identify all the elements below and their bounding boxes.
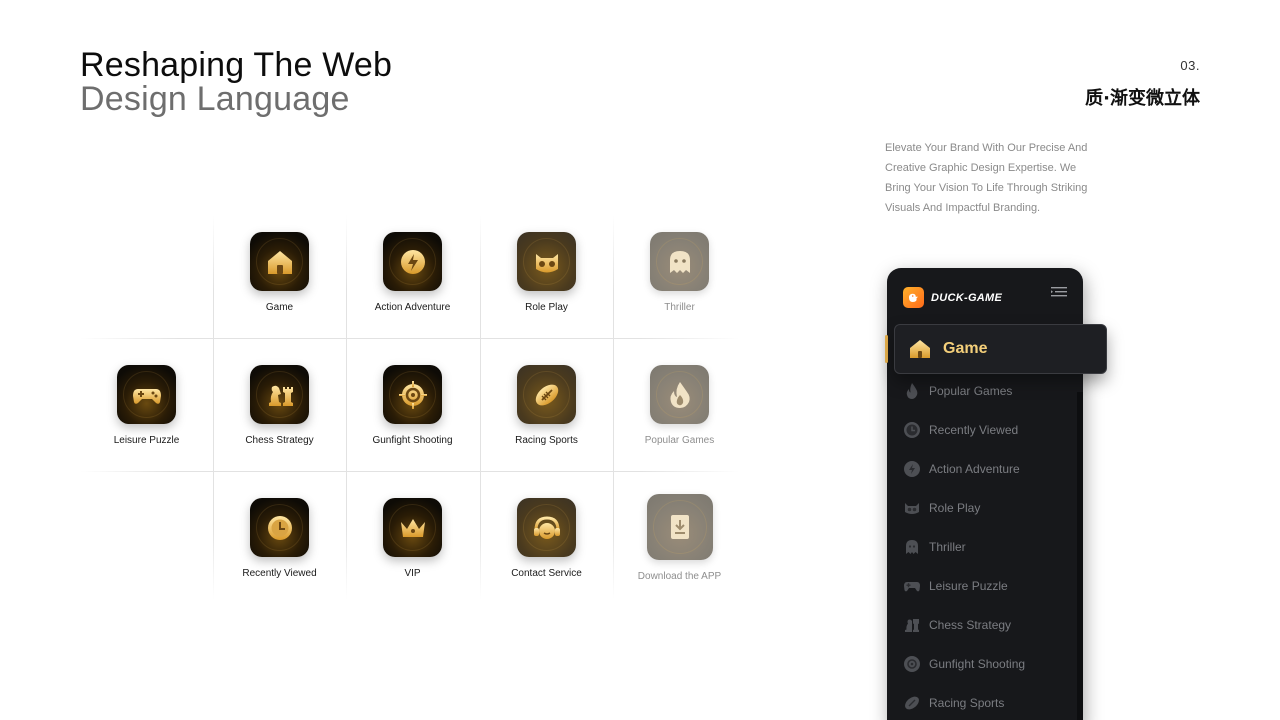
menu-collapse-icon[interactable]: [1051, 285, 1067, 303]
page-subtitle: 质·渐变微立体: [1085, 88, 1200, 109]
crosshair-icon: [398, 380, 427, 409]
page-title: Reshaping The Web: [80, 46, 393, 84]
grid-cell-gunfight-shooting[interactable]: Gunfight Shooting: [346, 348, 479, 481]
role-play-tile[interactable]: [517, 232, 576, 291]
racing-sports-tile[interactable]: [517, 365, 576, 424]
crosshair-icon: [904, 656, 920, 672]
sidebar-item-chess-strategy[interactable]: Chess Strategy: [903, 615, 1011, 635]
brand-name: DUCK-GAME: [931, 291, 1003, 304]
sidebar-item-label: Action Adventure: [929, 462, 1020, 476]
football-icon: [535, 384, 558, 405]
grid-cell-action-adventure[interactable]: Action Adventure: [346, 215, 479, 348]
cell-label: Action Adventure: [374, 302, 451, 313]
sidebar-item-action-adventure[interactable]: Action Adventure: [903, 459, 1020, 479]
cat-face-icon: [905, 503, 919, 514]
grid-cell-racing-sports[interactable]: Racing Sports: [480, 348, 613, 481]
sidebar-item-label: Thriller: [929, 540, 966, 554]
contact-service-tile[interactable]: [517, 498, 576, 557]
cell-label: Gunfight Shooting: [372, 435, 453, 446]
chess-strategy-tile[interactable]: [250, 365, 309, 424]
flame-icon: [906, 383, 918, 399]
ghost-icon: [906, 540, 918, 554]
description-text: Elevate Your Brand With Our Precise And …: [885, 142, 1088, 214]
crown-icon: [400, 518, 425, 537]
grid-cell-recently-viewed[interactable]: Recently Viewed: [213, 481, 346, 614]
house-icon: [910, 340, 930, 358]
grid-cell-popular-games[interactable]: Popular Games: [613, 348, 746, 481]
lightning-icon: [904, 461, 920, 477]
clock-icon: [904, 422, 920, 438]
cell-label: Download the APP: [637, 571, 722, 582]
ghost-icon: [669, 250, 690, 273]
flame-icon: [669, 381, 690, 408]
grid-cell-thriller[interactable]: Thriller: [613, 215, 746, 348]
action-adventure-tile[interactable]: [383, 232, 442, 291]
page-number: 03.: [1180, 58, 1200, 73]
grid-cell-contact-service[interactable]: Contact Service: [480, 481, 613, 614]
gamepad-icon: [132, 388, 161, 404]
sidebar-scrollbar[interactable]: [1077, 392, 1083, 720]
sidebar-item-label: Racing Sports: [929, 696, 1005, 710]
cell-label: Thriller: [664, 302, 695, 313]
cell-label: Racing Sports: [515, 435, 578, 446]
chess-icon: [268, 385, 293, 406]
recently-viewed-tile[interactable]: [250, 498, 309, 557]
gamepad-icon: [904, 582, 920, 592]
lightning-icon: [400, 249, 425, 274]
sidebar-item-game-active[interactable]: Game: [894, 324, 1107, 374]
sidebar-item-gunfight-shooting[interactable]: Gunfight Shooting: [903, 654, 1025, 674]
brand[interactable]: DUCK-GAME: [903, 287, 1002, 308]
sidebar-item-recently-viewed[interactable]: Recently Viewed: [903, 420, 1018, 440]
active-item-label: Game: [943, 340, 988, 357]
clock-icon: [267, 515, 292, 540]
duck-logo-icon: [903, 287, 924, 308]
sidebar-item-popular-games[interactable]: Popular Games: [903, 381, 1012, 401]
cell-label: VIP: [404, 568, 421, 579]
sidebar-item-label: Role Play: [929, 501, 981, 515]
sidebar-item-racing-sports[interactable]: Racing Sports: [903, 693, 1004, 713]
grid-cell-leisure-puzzle[interactable]: Leisure Puzzle: [80, 348, 213, 481]
gunfight-shooting-tile[interactable]: [383, 365, 442, 424]
thriller-tile[interactable]: [650, 232, 709, 291]
page-title-secondary: Design Language: [80, 80, 350, 118]
house-icon: [267, 250, 292, 274]
cat-face-icon: [535, 253, 558, 272]
sidebar-item-role-play[interactable]: Role Play: [903, 498, 980, 518]
grid-cell-download-app[interactable]: Download the APP: [613, 481, 746, 614]
headset-icon: [533, 515, 560, 539]
cell-label: Popular Games: [644, 435, 715, 446]
grid-cell-game[interactable]: Game: [213, 215, 346, 348]
cell-label: Contact Service: [511, 568, 582, 579]
icon-grid: Game Action Adventure Role Play Thriller…: [80, 215, 740, 600]
cell-label: Role Play: [525, 302, 568, 313]
title-block: Reshaping The Web Design Language: [80, 48, 392, 116]
leisure-puzzle-tile[interactable]: [117, 365, 176, 424]
download-app-tile[interactable]: [646, 494, 713, 560]
sidebar-item-label: Gunfight Shooting: [929, 657, 1026, 671]
sidebar-item-thriller[interactable]: Thriller: [903, 537, 966, 557]
vip-tile[interactable]: [383, 498, 442, 557]
popular-games-tile[interactable]: [650, 365, 709, 424]
sidebar-item-label: Popular Games: [929, 384, 1013, 398]
cell-label: Chess Strategy: [245, 435, 314, 446]
cell-label: Recently Viewed: [242, 568, 317, 579]
grid-cell-chess-strategy[interactable]: Chess Strategy: [213, 348, 346, 481]
cell-label: Leisure Puzzle: [113, 435, 180, 446]
grid-cell-role-play[interactable]: Role Play: [480, 215, 613, 348]
grid-cell-vip[interactable]: VIP: [346, 481, 479, 614]
download-icon: [670, 515, 689, 539]
game-tile[interactable]: [250, 232, 309, 291]
sidebar-item-leisure-puzzle[interactable]: Leisure Puzzle: [903, 576, 1008, 596]
sidebar-item-label: Leisure Puzzle: [929, 579, 1008, 593]
sidebar-item-label: Recently Viewed: [929, 423, 1019, 437]
sidebar-item-label: Chess Strategy: [929, 618, 1012, 632]
chess-icon: [905, 619, 919, 632]
cell-label: Game: [265, 302, 294, 313]
active-indicator: [885, 335, 888, 363]
football-icon: [905, 696, 919, 710]
